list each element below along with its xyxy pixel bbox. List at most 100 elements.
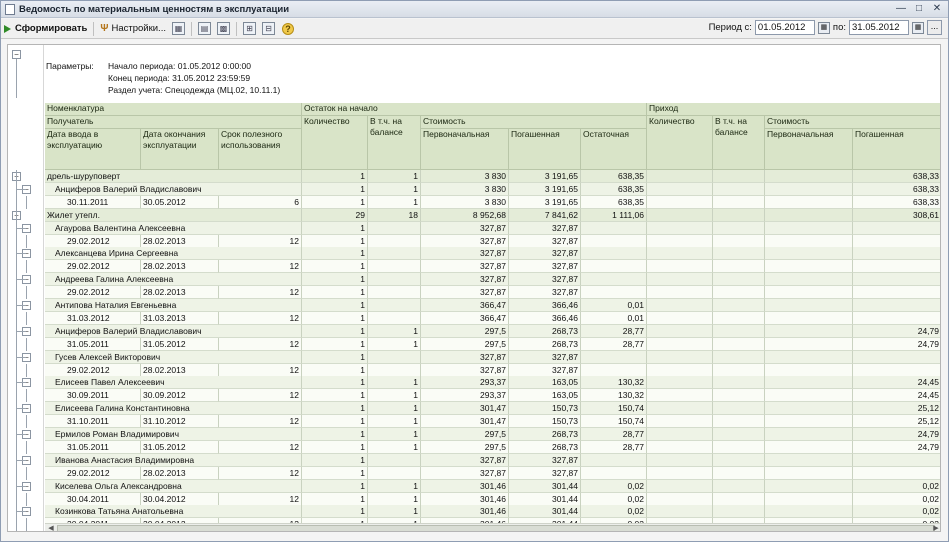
cell-bal: [368, 363, 421, 377]
cell-red: 327,87: [509, 260, 581, 274]
horizontal-scrollbar[interactable]: ◀ ▶: [45, 523, 940, 531]
cell-res: [581, 273, 647, 287]
minimize-icon[interactable]: —: [893, 3, 909, 16]
table-row[interactable]: Анциферов Валерий Владиславович 1 1 3 830 3 …: [45, 182, 940, 196]
cell-bal: 1: [368, 428, 421, 441]
cell-rinit: [765, 428, 853, 441]
cell-rqty: [647, 492, 713, 506]
print-preview-icon[interactable]: ▤: [197, 22, 211, 35]
cell-init: 3 830: [421, 182, 509, 196]
scroll-left-icon[interactable]: ◀: [46, 524, 56, 531]
cell-rinit: [765, 234, 853, 248]
table-row[interactable]: дрель-шуруповерт 1 1 3 830 3 191,65 638,35 638…: [45, 170, 940, 183]
window-title: Ведомость по материальным ценностям в эк…: [19, 3, 290, 15]
cell-qty: 1: [302, 492, 368, 506]
header-receipt: Приход: [647, 103, 940, 116]
table-row[interactable]: 31.03.2012 31.03.2013 12 1 366,47 366,46 0,01: [45, 311, 940, 325]
cell-res: [581, 453, 647, 467]
cell-qty: 1: [302, 299, 368, 312]
table-row[interactable]: 30.04.201130.04.20121211301,46301,440,02…: [45, 492, 940, 506]
cell-d2: 31.03.2013: [141, 311, 219, 325]
save-settings-icon[interactable]: ▦: [171, 22, 185, 35]
table-row[interactable]: 29.02.2012 28.02.2013 12 1 327,87 327,87: [45, 260, 940, 274]
table-row[interactable]: Анциферов Валерий Владиславович 1 1 297,5 26…: [45, 324, 940, 338]
cell-qty: 1: [302, 195, 368, 209]
cell-qty: 1: [302, 376, 368, 390]
cell-d2: 31.05.2012: [141, 440, 219, 454]
copy-icon[interactable]: ▩: [216, 22, 230, 35]
cell-init: 366,47: [421, 299, 509, 312]
cell-name: Иванова Анастасия Владимировна: [45, 453, 302, 467]
tree-line: [26, 234, 27, 248]
table-row[interactable]: Жилет утепл. 29 18 8 952,68 7 841,62 1 111,06…: [45, 208, 940, 222]
close-icon[interactable]: ✕: [929, 3, 945, 16]
cell-name: Елисеева Галина Константиновна: [45, 402, 302, 416]
collapse-params-icon[interactable]: −: [12, 50, 21, 59]
cell-rinit: [765, 402, 853, 416]
cell-res: [581, 260, 647, 274]
table-row[interactable]: 30.11.2011 30.05.2012 6 1 1 3 830 3 191,65 638,…: [45, 195, 940, 209]
cell-res: [581, 286, 647, 300]
cell-rbal: [713, 337, 765, 351]
cell-bal: 1: [368, 376, 421, 390]
cell-bal: [368, 260, 421, 274]
cell-rred: 0,02: [853, 505, 940, 519]
cell-rqty: [647, 273, 713, 287]
tree-line: [17, 188, 26, 190]
settings-button[interactable]: Ψ Настройки...: [97, 20, 169, 38]
cell-rqty: [647, 208, 713, 222]
scroll-thumb[interactable]: [57, 525, 935, 531]
tree-line: [17, 227, 26, 229]
maximize-icon[interactable]: □: [911, 3, 927, 16]
tree-line: [17, 279, 26, 281]
table-row[interactable]: 29.02.2012 28.02.2013 12 1 327,87 327,87: [45, 363, 940, 377]
cell-d2: 28.02.2013: [141, 234, 219, 248]
table-row[interactable]: Гусев Алексей Викторович 1 327,87 327,87: [45, 350, 940, 364]
tree-line: [17, 330, 26, 332]
cell-rinit: [765, 453, 853, 467]
cell-rqty: [647, 402, 713, 416]
cell-rred: 25,12: [853, 402, 940, 416]
cell-red: 268,73: [509, 428, 581, 441]
cell-res: 0,01: [581, 299, 647, 312]
cell-rbal: [713, 273, 765, 287]
help-icon[interactable]: ?: [281, 22, 294, 35]
period-from-input[interactable]: 01.05.2012: [754, 20, 815, 35]
period-dialog-button[interactable]: ...: [927, 20, 942, 35]
table-row[interactable]: 29.02.2012 28.02.2013 12 1 327,87 327,87: [45, 466, 940, 480]
table-row[interactable]: Козинкова Татьяна Анатольевна 1 1 301,46 301…: [45, 505, 940, 519]
table-row[interactable]: Алексанцева Ирина Сергеевна 1 327,87 327,87: [45, 247, 940, 261]
cell-res: [581, 247, 647, 261]
cell-res: 1 111,06: [581, 208, 647, 222]
expand-groups-icon[interactable]: ⊞: [242, 22, 256, 35]
generate-button[interactable]: Сформировать: [1, 20, 90, 38]
period-to-input[interactable]: 31.05.2012: [849, 20, 909, 35]
cell-rred: [853, 247, 940, 261]
table-row[interactable]: 31.10.2011 31.10.2012 12 1 1 301,47 150,73 150,…: [45, 415, 940, 429]
table-row[interactable]: Андреева Галина Алексеевна 1 327,87 327,87: [45, 273, 940, 287]
cell-d2: 30.05.2012: [141, 195, 219, 209]
table-row[interactable]: 29.02.2012 28.02.2013 12 1 327,87 327,87: [45, 286, 940, 300]
cell-rbal: [713, 311, 765, 325]
cell-name: Анциферов Валерий Владиславович: [45, 324, 302, 338]
cell-rinit: [765, 479, 853, 493]
table-row[interactable]: Елисеев Павел Алексеевич 1 1 293,37 163,05 13…: [45, 376, 940, 390]
table-row[interactable]: 29.02.2012 28.02.2013 12 1 327,87 327,87: [45, 234, 940, 248]
collapse-groups-icon[interactable]: ⊟: [261, 22, 275, 35]
scroll-right-icon[interactable]: ▶: [931, 524, 940, 531]
cell-rqty: [647, 479, 713, 493]
cell-red: 301,44: [509, 505, 581, 519]
header-residual: Остаточная: [581, 129, 647, 170]
table-row[interactable]: Ермилов Роман Владимирович 1 1 297,5 268,73 2…: [45, 428, 940, 441]
table-row[interactable]: 31.05.2011 31.05.2012 12 1 1 297,5 268,73 28,77…: [45, 337, 940, 351]
calendar-icon[interactable]: ▦: [912, 21, 924, 34]
table-row[interactable]: Антипова Наталия Евгеньевна 1 366,47 366,46…: [45, 299, 940, 312]
calendar-icon[interactable]: ▦: [817, 21, 830, 34]
table-row[interactable]: Агаурова Валентина Алексеевна 1 327,87 327,…: [45, 221, 940, 235]
table-row[interactable]: 31.05.2011 31.05.2012 12 1 1 297,5 268,73 28,77…: [45, 440, 940, 454]
table-row[interactable]: Елисеева Галина Константиновна 1 1 301,47 15…: [45, 402, 940, 416]
table-row[interactable]: Киселева Ольга Александровна 1 1 301,46 301,…: [45, 479, 940, 493]
table-row[interactable]: 30.09.2011 30.09.2012 12 1 1 293,37 163,05 130,…: [45, 389, 940, 403]
table-row[interactable]: Иванова Анастасия Владимировна 1 327,87 327…: [45, 453, 940, 467]
cell-rqty: [647, 324, 713, 338]
